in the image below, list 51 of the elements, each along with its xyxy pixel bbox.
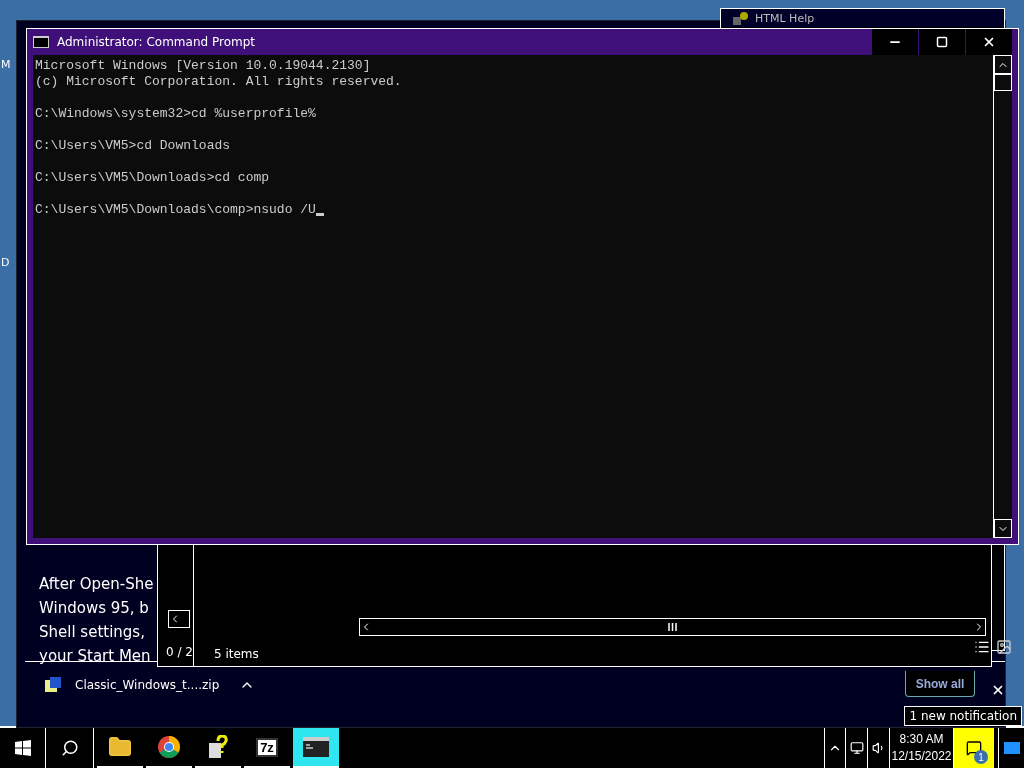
network-icon — [849, 741, 864, 755]
vertical-scrollbar[interactable] — [993, 55, 1012, 538]
clock-time: 8:30 AM — [899, 731, 944, 748]
article-text-line: your Start Men — [39, 646, 152, 667]
horizontal-scrollbar[interactable] — [168, 610, 190, 628]
status-item-count: 5 items — [214, 647, 259, 661]
console-output-line: C:\Windows\system32>cd %userprofile% — [35, 106, 316, 122]
close-icon[interactable] — [991, 683, 1005, 697]
console-output-line: C:\Users\VM5\Downloads>cd comp — [35, 170, 270, 186]
help-document-icon — [207, 735, 229, 759]
desktop-label-fragment: D — [1, 256, 10, 269]
article-text-line: Shell settings, — [39, 622, 146, 643]
console-output-line: (c) Microsoft Corporation. All rights reserved. — [35, 74, 402, 90]
window-title: Administrator: Command Prompt — [57, 35, 256, 49]
console-output-line: C:\Users\VM5>cd Downloads — [35, 138, 231, 154]
tray-chevron-button[interactable] — [824, 728, 846, 768]
clock[interactable]: 8:30 AM 12/15/2022 — [890, 728, 954, 768]
maximize-button[interactable] — [919, 29, 965, 55]
horizontal-scrollbar[interactable] — [359, 618, 986, 636]
notification-tooltip: 1 new notification — [904, 706, 1022, 726]
article-text-line: Windows 95, b — [39, 598, 150, 619]
scrollbar-thumb[interactable] — [994, 74, 1012, 91]
clock-date: 12/15/2022 — [891, 748, 952, 765]
article-text-line: After Open-She — [39, 574, 154, 595]
preview-view-icon[interactable] — [996, 639, 1012, 655]
desktop-icon — [1003, 742, 1020, 754]
show-all-button[interactable]: Show all — [905, 671, 975, 697]
download-file-name[interactable]: Classic_Windows_t....zip — [75, 678, 220, 692]
console-output-line: Microsoft Windows [Version 10.0.19044.2130] — [35, 58, 371, 74]
zip-file-icon — [45, 677, 61, 693]
text-cursor — [315, 213, 324, 216]
search-icon — [60, 739, 79, 757]
taskbar-app-button[interactable] — [293, 728, 339, 768]
folder-icon — [108, 735, 132, 759]
page-counter: 0 / 2 — [166, 645, 193, 659]
desktop-label-fragment: M — [1, 58, 11, 71]
help-icon — [733, 11, 749, 25]
archiver-icon: 7z — [256, 737, 278, 757]
maximize-icon — [936, 36, 948, 48]
terminal-icon — [33, 36, 49, 48]
window-title: HTML Help — [755, 11, 815, 25]
close-icon — [982, 35, 996, 49]
terminal-icon — [303, 737, 329, 757]
windows-logo-icon — [14, 740, 31, 756]
action-center-button[interactable]: 1 — [954, 728, 994, 768]
chrome-icon — [157, 735, 181, 759]
console-output-line: C:\Users\VM5\Downloads\comp>nsudo /U — [35, 202, 316, 218]
close-button[interactable] — [966, 29, 1012, 55]
details-view-icon[interactable] — [974, 639, 990, 655]
grip-icon — [668, 623, 677, 631]
notification-badge: 1 — [974, 750, 988, 764]
